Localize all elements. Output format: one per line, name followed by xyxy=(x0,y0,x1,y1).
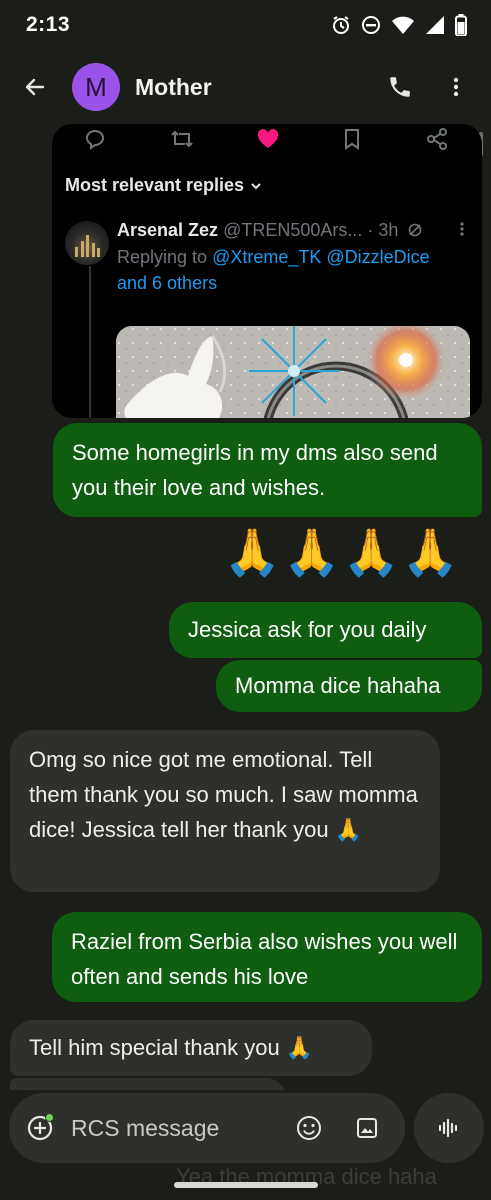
status-icons xyxy=(331,14,467,36)
contact-avatar[interactable]: M xyxy=(72,63,120,111)
emoji-button[interactable] xyxy=(289,1108,329,1148)
image-icon xyxy=(357,1118,377,1138)
compose-bar xyxy=(9,1093,405,1163)
do-not-disturb-icon xyxy=(362,16,380,34)
emoji-smile-icon xyxy=(297,1116,321,1140)
app-bar: M Mother xyxy=(0,55,491,119)
grok-icon xyxy=(409,223,422,237)
back-arrow-icon xyxy=(25,78,45,96)
dove-diamond-illustration xyxy=(116,326,470,418)
phone-icon xyxy=(390,77,410,97)
share-icon xyxy=(427,128,447,150)
more-vert-icon xyxy=(453,77,459,97)
replying-to-prefix: Replying to xyxy=(117,247,208,267)
outgoing-message[interactable]: Jessica ask for you daily xyxy=(169,602,482,658)
replying-to-line: Replying to @Xtreme_TK @DizzleDice and 6… xyxy=(117,244,462,296)
message-text: Some homegirls in my dms also send you t… xyxy=(72,440,438,500)
add-attachment-button[interactable] xyxy=(23,1111,57,1145)
like-heart-icon xyxy=(257,129,279,148)
contact-name[interactable]: Mother xyxy=(135,74,380,101)
reply-author-handle: @TREN500Ars... xyxy=(223,220,363,240)
message-text: Omg so nice got me emotional. Tell them … xyxy=(29,747,418,842)
chevron-down-icon xyxy=(251,182,261,189)
relevant-replies-label: Most relevant replies xyxy=(65,175,262,196)
bookmark-icon xyxy=(345,129,359,150)
retweet-icon xyxy=(171,130,193,148)
home-indicator[interactable] xyxy=(174,1182,318,1188)
reply-time: · 3h xyxy=(367,220,399,240)
status-time: 2:13 xyxy=(26,13,71,36)
shared-image-message[interactable]: Most relevant replies Arsenal Zez @TREN5… xyxy=(52,124,482,418)
outgoing-message[interactable]: Momma dice hahaha xyxy=(216,660,482,712)
thread-line xyxy=(89,266,91,418)
back-button[interactable] xyxy=(15,67,55,107)
replying-to-others: and 6 others xyxy=(117,273,218,293)
gallery-button[interactable] xyxy=(347,1108,387,1148)
notification-dot xyxy=(45,1113,54,1122)
replying-to-mentions: @Xtreme_TK @DizzleDice xyxy=(212,247,430,267)
message-input-wrap xyxy=(71,1114,289,1142)
outgoing-message[interactable]: Raziel from Serbia also wishes you well … xyxy=(52,912,482,1002)
relevant-replies-text: Most relevant replies xyxy=(65,175,245,195)
post-action-row xyxy=(52,128,482,156)
battery-icon xyxy=(455,14,467,36)
message-text: Tell him special thank you 🙏 xyxy=(29,1035,314,1060)
signal-icon xyxy=(426,16,444,34)
status-bar: 2:13 xyxy=(0,0,491,50)
incoming-message[interactable]: Tell him special thank you 🙏 xyxy=(10,1020,372,1076)
message-text: Raziel from Serbia also wishes you well … xyxy=(71,929,458,989)
wifi-icon xyxy=(392,16,414,34)
message-text: Jessica ask for you daily xyxy=(188,617,427,642)
message-input[interactable] xyxy=(71,1114,281,1142)
incoming-message[interactable]: Omg so nice got me emotional. Tell them … xyxy=(10,730,440,892)
reply-icon xyxy=(85,130,105,150)
reply-author-line: Arsenal Zez @TREN500Ars... · 3h xyxy=(117,220,423,241)
outgoing-emoji-message[interactable]: 🙏🙏🙏🙏 xyxy=(224,524,461,580)
call-button[interactable] xyxy=(380,67,420,107)
voice-waveform-icon xyxy=(438,1118,458,1138)
more-options-button[interactable] xyxy=(436,67,476,107)
reply-author-avatar xyxy=(65,221,109,265)
incoming-message-partial[interactable] xyxy=(10,1078,286,1090)
message-text: Momma dice hahaha xyxy=(235,673,441,698)
voice-message-button[interactable] xyxy=(414,1093,484,1163)
outgoing-message[interactable]: Some homegirls in my dms also send you t… xyxy=(53,423,482,517)
alarm-icon xyxy=(333,16,349,34)
reply-more-icon xyxy=(460,221,464,242)
reply-author-name: Arsenal Zez xyxy=(117,220,219,240)
message-list[interactable]: Most relevant replies Arsenal Zez @TREN5… xyxy=(0,120,491,1090)
reply-media-image xyxy=(116,326,470,418)
